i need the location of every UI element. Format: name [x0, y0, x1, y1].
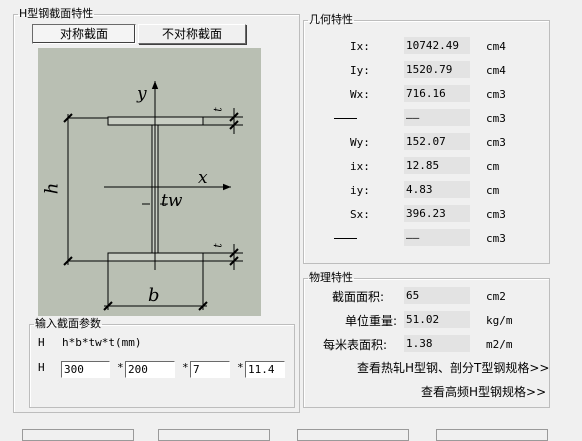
b-label: b: [148, 285, 160, 306]
geometry-row-value: ——: [404, 109, 470, 126]
bottom-button-4[interactable]: [436, 429, 548, 441]
geometry-row-unit: cm3: [486, 112, 506, 125]
t-label-bottom: t: [211, 243, 225, 248]
y-axis-label: y: [137, 84, 147, 104]
physical-row-label: 单位重量:: [345, 314, 398, 328]
geometry-row-unit: cm4: [486, 40, 506, 53]
t-input[interactable]: 11.4: [245, 361, 285, 378]
x-axis-label: x: [198, 168, 208, 188]
physical-row-value: 1.38: [404, 335, 470, 352]
tab-asymmetric[interactable]: 不对称截面: [138, 24, 246, 44]
times-sign: *: [182, 361, 189, 374]
formula-text: h*b*tw*t(mm): [62, 336, 142, 349]
physical-row-label: 截面面积:: [332, 290, 385, 304]
t-label-top: t: [211, 107, 225, 112]
geometry-title: 几何特性: [309, 13, 353, 26]
geometry-row-label: ix:: [350, 160, 370, 173]
physical-row-unit: cm2: [486, 290, 506, 303]
geometry-row-unit: cm3: [486, 208, 506, 221]
times-sign: *: [237, 361, 244, 374]
geometry-row-label: Iy:: [350, 64, 370, 77]
b-input[interactable]: 200: [125, 361, 175, 378]
geometry-row-label: Wx:: [350, 88, 370, 101]
physical-row-unit: m2/m: [486, 338, 513, 351]
geometry-row-value: 12.85: [404, 157, 470, 174]
input-prefix: H: [38, 361, 45, 374]
physical-title: 物理特性: [309, 271, 353, 284]
geometry-row-unit: cm: [486, 160, 500, 173]
geometry-row-unit: cm3: [486, 232, 506, 245]
geometry-row-value: 10742.49: [404, 37, 470, 54]
geometry-row-value: ——: [404, 229, 470, 246]
bottom-button-3[interactable]: [297, 429, 409, 441]
bottom-button-2[interactable]: [158, 429, 270, 441]
geometry-row-value: 4.83: [404, 181, 470, 198]
h-beam-drawing: [63, 81, 243, 311]
geometry-row-unit: cm3: [486, 136, 506, 149]
geometry-row-value: 152.07: [404, 133, 470, 150]
geometry-row-value: 1520.79: [404, 61, 470, 78]
geometry-row-unit: cm3: [486, 88, 506, 101]
geometry-row-value: 396.23: [404, 205, 470, 222]
bottom-button-1[interactable]: [22, 429, 134, 441]
geometry-row-label: Ix:: [350, 40, 370, 53]
geometry-row-label: iy:: [350, 184, 370, 197]
h-input[interactable]: 300: [61, 361, 110, 378]
physical-row-unit: kg/m: [486, 314, 513, 327]
geometry-row-dash: [334, 238, 357, 239]
input-params-title: 输入截面参数: [35, 317, 101, 330]
physical-row-label: 每米表面积:: [323, 338, 388, 352]
geometry-row-value: 716.16: [404, 85, 470, 102]
geometry-row-dash: [334, 118, 357, 119]
hot-rolled-spec-link[interactable]: 查看热轧H型钢、剖分T型钢规格>>: [357, 359, 549, 376]
h-label: h: [41, 182, 63, 195]
times-sign: *: [117, 361, 124, 374]
physical-row-value: 65: [404, 287, 470, 304]
h-section-diagram: y x tw b h t t: [38, 48, 261, 316]
geometry-row-label: Wy:: [350, 136, 370, 149]
geometry-row-unit: cm4: [486, 64, 506, 77]
section-title: H型钢截面特性: [19, 7, 94, 20]
formula-prefix: H: [38, 336, 45, 349]
physical-row-value: 51.02: [404, 311, 470, 328]
tw-input[interactable]: 7: [190, 361, 230, 378]
geometry-row-label: Sx:: [350, 208, 370, 221]
high-frequency-spec-link[interactable]: 查看高频H型钢规格>>: [421, 383, 546, 400]
tw-label: tw: [161, 191, 183, 211]
tab-symmetric[interactable]: 对称截面: [32, 24, 136, 44]
geometry-row-unit: cm: [486, 184, 500, 197]
